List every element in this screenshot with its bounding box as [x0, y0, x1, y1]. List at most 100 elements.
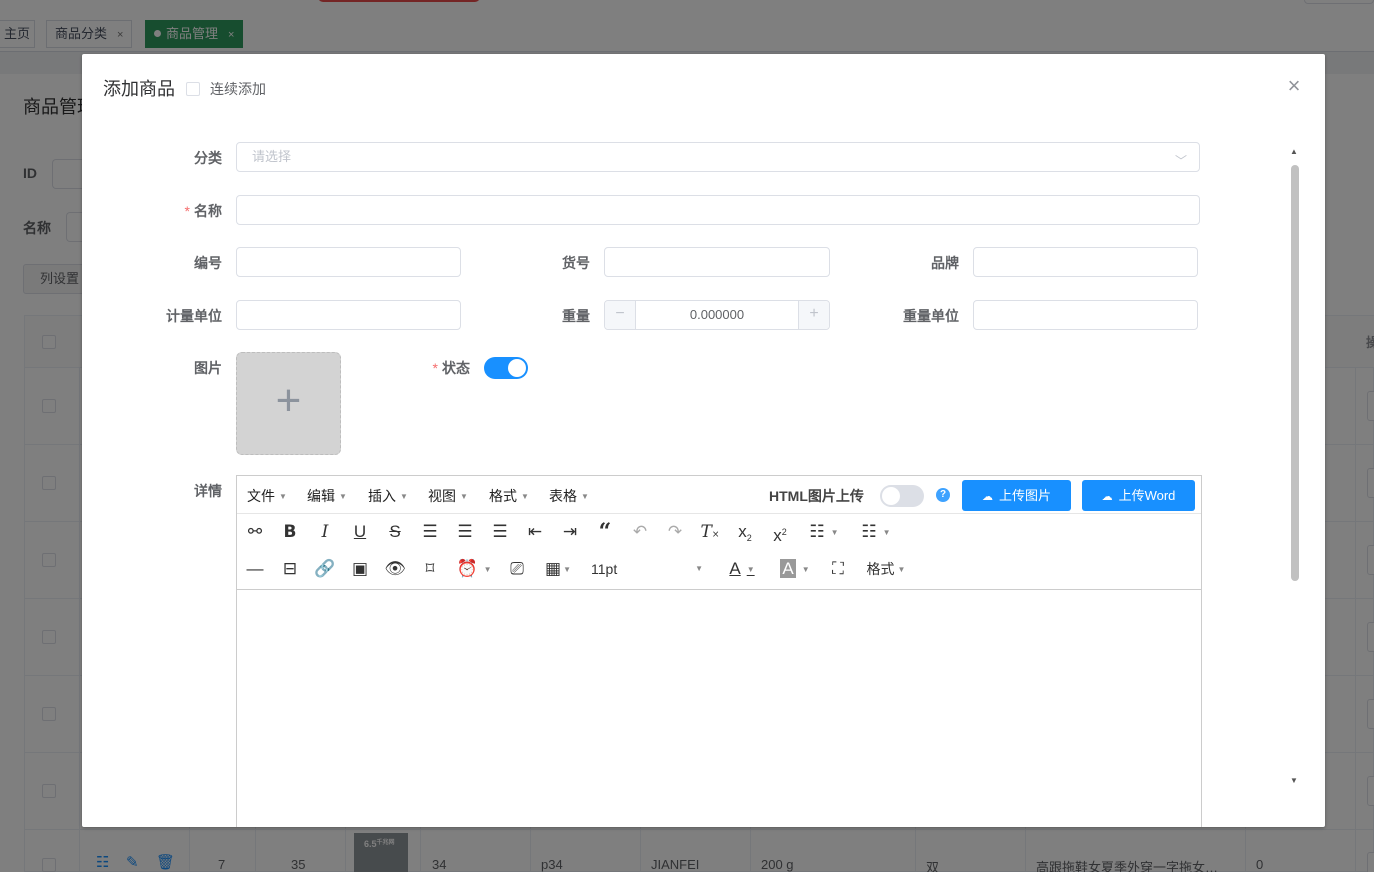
add-product-dialog: 添加商品 连续添加 × 分类 请选择 ﹀ * 名称 编号 货号 品牌 计量单位 重… — [82, 54, 1325, 827]
weight-label: 重量 — [562, 308, 590, 324]
caret-down-icon: ▼ — [581, 492, 589, 501]
menu-view[interactable]: 视图 ▼ — [428, 486, 468, 506]
status-switch[interactable] — [484, 357, 528, 379]
continuous-add[interactable]: 连续添加 — [186, 79, 266, 99]
caret-down-icon: ▼ — [695, 564, 703, 573]
weight-stepper[interactable]: − 0.000000 + — [604, 300, 830, 330]
upload-image-label: 上传图片 — [998, 488, 1051, 503]
scrollbar-thumb[interactable] — [1291, 165, 1299, 581]
undo-icon[interactable]: ↶ — [628, 521, 652, 543]
page-break-icon[interactable]: ⊟ — [278, 558, 302, 580]
bullet-list-icon[interactable]: ☷ ▼ — [803, 521, 845, 543]
format-dropdown[interactable]: 格式 ▼ — [861, 558, 911, 580]
clear-format-icon[interactable]: T× — [698, 521, 722, 543]
image-label: 图片 — [194, 360, 222, 376]
rich-text-editor: 文件 ▼ 编辑 ▼ 插入 ▼ 视图 ▼ 格式 ▼ 表格 ▼ HTML图片上传 ? ☁ 上传图片… — [236, 475, 1202, 827]
menu-edit-label: 编辑 — [307, 488, 335, 504]
caret-down-icon: ▼ — [400, 492, 408, 501]
caret-down-icon: ▼ — [801, 565, 810, 574]
caret-down-icon: ▼ — [746, 565, 755, 574]
bold-icon[interactable]: B — [278, 521, 302, 543]
underline-icon[interactable]: U — [348, 521, 372, 543]
category-select[interactable]: 请选择 ﹀ — [236, 142, 1200, 172]
upload-image-button[interactable]: ☁ 上传图片 — [962, 480, 1071, 511]
scroll-down-icon[interactable]: ▼ — [1290, 776, 1298, 785]
image-upload[interactable]: + — [236, 352, 341, 455]
caret-down-icon: ▼ — [563, 565, 571, 574]
align-left-icon[interactable]: ☰ — [418, 521, 442, 543]
code-label: 编号 — [194, 255, 222, 271]
numbered-list-icon[interactable]: ☷ ▼ — [855, 521, 897, 543]
chevron-down-icon: ﹀ — [1174, 154, 1187, 168]
upload-word-button[interactable]: ☁ 上传Word — [1082, 480, 1195, 511]
indent-icon[interactable]: ⇥ — [558, 521, 582, 543]
continuous-add-checkbox[interactable] — [186, 82, 200, 96]
menu-format-label: 格式 — [489, 488, 517, 504]
caret-down-icon: ▼ — [339, 492, 347, 501]
text-color-icon[interactable]: A ▼ — [721, 558, 763, 580]
bookmark-icon[interactable]: ⌑ — [418, 558, 442, 580]
weight-value[interactable]: 0.000000 — [636, 301, 798, 329]
fullscreen-icon[interactable]: ⛶ — [826, 558, 850, 580]
menu-insert-label: 插入 — [368, 488, 396, 504]
dialog-title: 添加商品 — [103, 79, 175, 99]
switch-knob — [882, 487, 900, 505]
weight-unit-input[interactable] — [973, 300, 1198, 330]
redo-icon[interactable]: ↷ — [663, 521, 687, 543]
status-label: * 状态 — [370, 358, 470, 378]
switch-knob — [508, 359, 526, 377]
required-mark: * — [184, 203, 190, 219]
find-replace-icon[interactable]: ⚯ — [243, 521, 267, 543]
menu-insert[interactable]: 插入 ▼ — [368, 486, 408, 506]
background-color-icon[interactable]: A ▼ — [774, 558, 816, 580]
strikethrough-icon[interactable]: S — [383, 521, 407, 543]
caret-down-icon: ▼ — [897, 565, 906, 574]
menu-table[interactable]: 表格 ▼ — [549, 486, 589, 506]
caret-down-icon: ▼ — [830, 528, 839, 537]
caret-down-icon: ▼ — [521, 492, 529, 501]
align-right-icon[interactable]: ☰ — [488, 521, 512, 543]
brand-input[interactable] — [973, 247, 1198, 277]
media-icon[interactable]: ⎚ — [505, 558, 529, 580]
menu-format[interactable]: 格式 ▼ — [489, 486, 529, 506]
editor-content-area[interactable] — [237, 590, 1201, 827]
html-image-upload-switch[interactable] — [880, 485, 924, 507]
horizontal-rule-icon[interactable]: — — [243, 558, 267, 580]
item-no-input[interactable] — [604, 247, 830, 277]
subscript-icon[interactable]: x2 — [733, 521, 757, 543]
italic-icon[interactable]: I — [313, 521, 337, 543]
datetime-icon[interactable]: ⏰ ▼ — [453, 558, 495, 580]
menu-edit[interactable]: 编辑 ▼ — [307, 486, 347, 506]
minus-icon[interactable]: − — [605, 301, 636, 329]
blockquote-icon[interactable]: “ — [593, 521, 617, 543]
status-label-text: 状态 — [442, 360, 470, 376]
superscript-icon[interactable]: x2 — [768, 521, 792, 545]
continuous-add-label: 连续添加 — [210, 81, 266, 97]
preview-icon[interactable]: 👁 — [383, 558, 407, 580]
code-input[interactable] — [236, 247, 461, 277]
caret-down-icon: ▼ — [483, 565, 492, 574]
unit-input[interactable] — [236, 300, 461, 330]
detail-label: 详情 — [194, 483, 222, 499]
image-icon[interactable]: ▣ — [348, 558, 372, 580]
plus-icon: + — [275, 376, 302, 425]
name-input[interactable] — [236, 195, 1200, 225]
link-icon[interactable]: 🔗 — [313, 558, 337, 580]
outdent-icon[interactable]: ⇤ — [523, 521, 547, 543]
font-size-value: 11pt — [591, 561, 618, 577]
brand-label: 品牌 — [931, 255, 959, 271]
help-icon[interactable]: ? — [936, 488, 950, 502]
scroll-up-icon[interactable]: ▲ — [1290, 147, 1298, 156]
category-placeholder: 请选择 — [252, 149, 292, 164]
font-size-select[interactable]: 11pt ▼ — [591, 558, 703, 580]
align-center-icon[interactable]: ☰ — [453, 521, 477, 543]
table-icon[interactable]: ▦ ▼ — [540, 558, 576, 580]
cloud-upload-icon: ☁ — [1101, 491, 1113, 503]
upload-word-label: 上传Word — [1118, 488, 1176, 503]
menu-file[interactable]: 文件 ▼ — [247, 486, 287, 506]
cloud-upload-icon: ☁ — [981, 491, 993, 503]
required-mark: * — [432, 360, 438, 376]
editor-menubar: 文件 ▼ 编辑 ▼ 插入 ▼ 视图 ▼ 格式 ▼ 表格 ▼ HTML图片上传 ? ☁ 上传图片… — [237, 476, 1201, 514]
close-icon[interactable]: × — [1284, 75, 1304, 97]
plus-icon[interactable]: + — [798, 301, 829, 329]
